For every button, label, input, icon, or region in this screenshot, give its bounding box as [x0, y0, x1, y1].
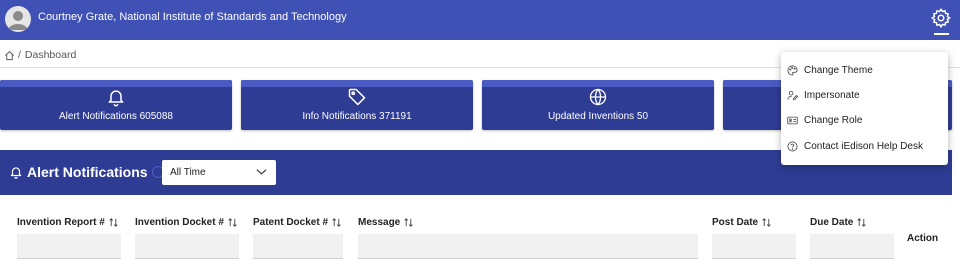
filter-input-invention-report[interactable]	[17, 234, 121, 259]
column-patent-docket[interactable]: Patent Docket #	[253, 217, 342, 228]
stat-card-updated-inventions[interactable]: Updated Inventions 50	[482, 80, 714, 130]
sort-icon[interactable]	[856, 217, 867, 228]
menu-item-change-theme[interactable]: Change Theme	[781, 58, 948, 82]
top-header: Courtney Grate, National Institute of St…	[0, 0, 960, 40]
stat-card-strip	[482, 80, 714, 87]
sort-icon[interactable]	[331, 217, 342, 228]
column-label: Invention Report #	[17, 217, 105, 228]
chevron-down-icon	[256, 169, 267, 175]
tag-icon	[348, 88, 366, 106]
stat-card-strip	[241, 80, 473, 87]
sort-icon[interactable]	[403, 217, 414, 228]
filter-input-invention-docket[interactable]	[135, 234, 239, 259]
bell-icon	[10, 167, 22, 179]
globe-icon	[589, 88, 607, 106]
column-invention-docket[interactable]: Invention Docket #	[135, 217, 238, 228]
sort-icon[interactable]	[761, 217, 772, 228]
help-circle-icon	[787, 141, 798, 151]
stat-card-label: Info Notifications 371191	[302, 111, 412, 122]
palette-icon	[787, 65, 798, 75]
column-label: Message	[358, 217, 401, 228]
stat-card-label: Updated Inventions 50	[547, 111, 649, 122]
column-invention-report[interactable]: Invention Report #	[17, 217, 119, 228]
settings-menu: Change Theme Impersonate Change Role Con…	[781, 52, 948, 165]
menu-item-label: Change Theme	[804, 64, 873, 76]
menu-item-label: Contact iEdison Help Desk	[804, 140, 923, 152]
filter-input-message[interactable]	[358, 234, 698, 259]
column-message[interactable]: Message	[358, 217, 414, 228]
breadcrumb-separator: /	[18, 49, 21, 61]
menu-item-change-role[interactable]: Change Role	[781, 108, 948, 132]
breadcrumb: / Dashboard	[4, 48, 76, 62]
breadcrumb-current: Dashboard	[24, 49, 77, 61]
column-due-date[interactable]: Due Date	[810, 217, 867, 228]
filter-input-due-date[interactable]	[810, 234, 894, 259]
menu-item-impersonate[interactable]: Impersonate	[781, 83, 948, 107]
filter-input-patent-docket[interactable]	[253, 234, 343, 259]
menu-item-label: Change Role	[804, 114, 863, 126]
sort-icon[interactable]	[227, 217, 238, 228]
stat-card-label: Alert Notifications 605088	[59, 111, 173, 122]
time-filter-value: All Time	[170, 167, 206, 178]
user-pen-icon	[787, 90, 798, 100]
column-label: Post Date	[712, 217, 759, 228]
column-label: Invention Docket #	[135, 217, 224, 228]
alert-title: Alert Notifications	[27, 164, 148, 180]
id-card-icon	[787, 116, 798, 124]
stat-card-strip	[0, 80, 232, 87]
user-name: Courtney Grate, National Institute of St…	[38, 11, 347, 23]
gear-icon[interactable]	[930, 7, 952, 29]
filter-input-post-date[interactable]	[712, 234, 796, 259]
column-label: Patent Docket #	[253, 217, 329, 228]
user-avatar-icon[interactable]	[5, 6, 31, 32]
stat-card-alert-notifications[interactable]: Alert Notifications 605088	[0, 80, 232, 130]
sort-icon[interactable]	[108, 217, 119, 228]
alert-title-group: Alert Notifications	[9, 164, 164, 180]
column-label: Due Date	[810, 217, 854, 228]
menu-item-label: Impersonate	[804, 89, 860, 101]
time-filter-select[interactable]: All Time	[162, 160, 276, 185]
stat-card-info-notifications[interactable]: Info Notifications 371191	[241, 80, 473, 130]
column-post-date[interactable]: Post Date	[712, 217, 772, 228]
settings-active-indicator	[934, 33, 949, 35]
column-action: Action	[907, 233, 939, 244]
bell-icon	[108, 90, 124, 107]
home-icon[interactable]	[4, 50, 15, 61]
menu-item-contact-help-desk[interactable]: Contact iEdison Help Desk	[781, 134, 948, 158]
